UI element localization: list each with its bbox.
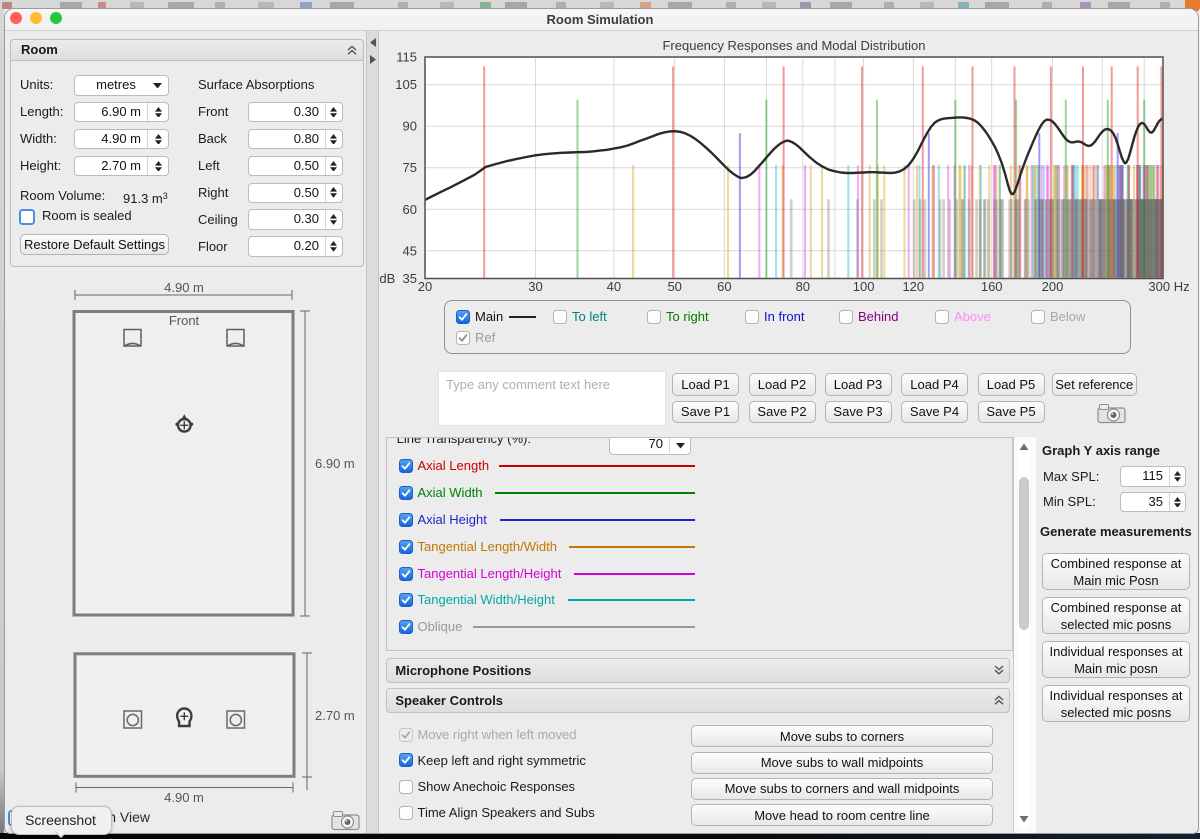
svg-text:115: 115 bbox=[396, 50, 417, 65]
svg-text:6.90 m: 6.90 m bbox=[315, 456, 355, 471]
svg-text:60: 60 bbox=[717, 279, 731, 294]
svg-text:4.90 m: 4.90 m bbox=[164, 790, 204, 805]
svg-text:30: 30 bbox=[528, 279, 542, 294]
svg-text:40: 40 bbox=[607, 279, 621, 294]
svg-text:60: 60 bbox=[403, 202, 417, 217]
svg-text:Frequency Responses and Modal: Frequency Responses and Modal Distributi… bbox=[662, 38, 925, 53]
svg-text:2.70 m: 2.70 m bbox=[315, 708, 355, 723]
svg-text:90: 90 bbox=[403, 119, 417, 134]
svg-text:80: 80 bbox=[796, 279, 810, 294]
svg-text:75: 75 bbox=[403, 160, 417, 175]
svg-text:Front: Front bbox=[169, 313, 200, 328]
svg-text:dB 35: dB 35 bbox=[380, 271, 417, 286]
svg-text:120: 120 bbox=[902, 279, 924, 294]
svg-text:20: 20 bbox=[418, 279, 432, 294]
svg-text:200: 200 bbox=[1042, 279, 1064, 294]
svg-text:160: 160 bbox=[981, 279, 1003, 294]
svg-text:100: 100 bbox=[853, 279, 875, 294]
svg-text:4.90 m: 4.90 m bbox=[164, 280, 204, 295]
svg-text:105: 105 bbox=[395, 77, 417, 92]
svg-text:50: 50 bbox=[667, 279, 681, 294]
svg-text:45: 45 bbox=[403, 243, 417, 258]
svg-text:300 Hz: 300 Hz bbox=[1148, 279, 1189, 294]
